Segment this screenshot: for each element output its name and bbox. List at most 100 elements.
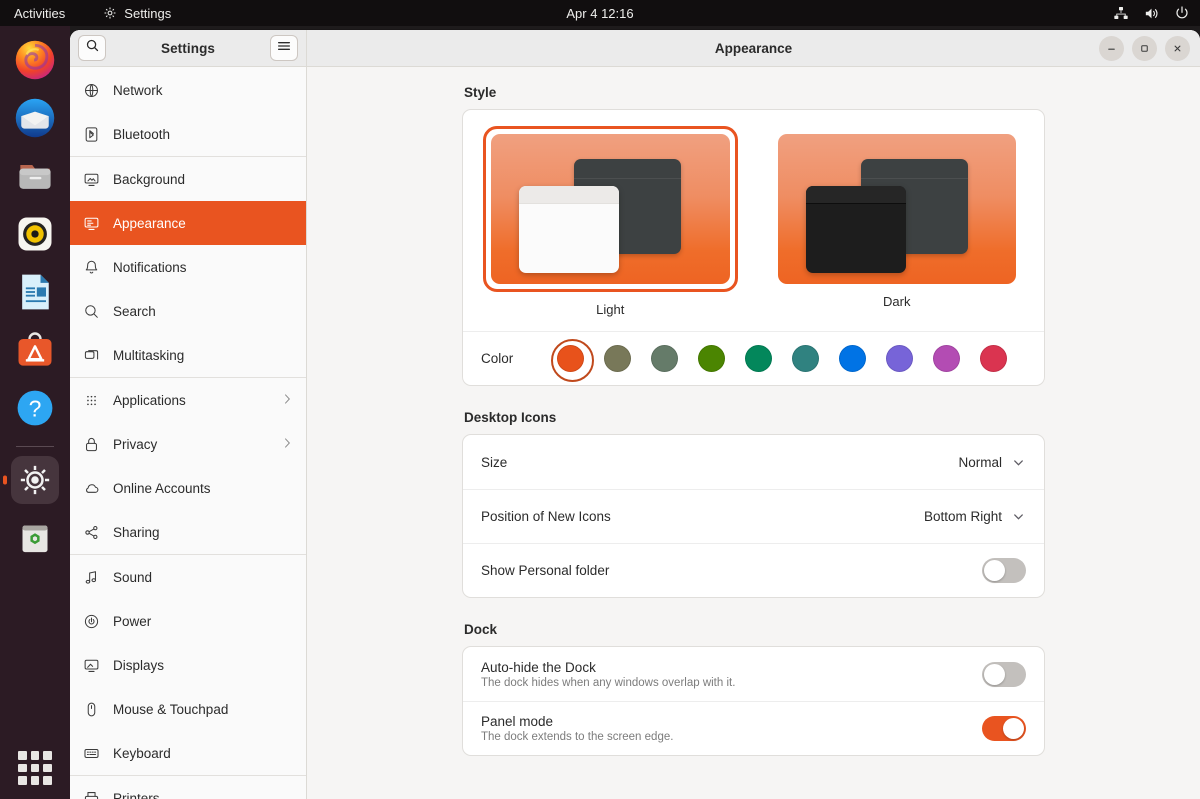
sidebar-item-sharing[interactable]: Sharing — [70, 510, 306, 554]
desktop-icons-heading: Desktop Icons — [464, 410, 557, 425]
color-swatch-red[interactable] — [980, 345, 1007, 372]
sidebar-item-privacy[interactable]: Privacy — [70, 422, 306, 466]
chevron-down-icon[interactable] — [1011, 509, 1026, 524]
row-auto-hide-the-dock[interactable]: Auto-hide the Dock The dock hides when a… — [463, 647, 1044, 701]
dock-item-help[interactable]: ? — [11, 384, 59, 432]
color-swatch-blue[interactable] — [839, 345, 866, 372]
accent-color-row: Color — [463, 331, 1044, 385]
preview-window-front — [519, 186, 619, 273]
sidebar-item-mouse-touchpad[interactable]: Mouse & Touchpad — [70, 687, 306, 731]
chevron-down-icon[interactable] — [1011, 455, 1026, 470]
dock-item-libreoffice-writer[interactable] — [11, 268, 59, 316]
volume-icon[interactable] — [1143, 5, 1160, 22]
sidebar-item-label: Power — [113, 613, 152, 629]
minimize-button[interactable] — [1099, 35, 1124, 61]
color-swatch-bark[interactable] — [604, 345, 631, 372]
style-option-dark-selection-ring — [770, 134, 1025, 284]
sidebar-item-bluetooth[interactable]: Bluetooth — [70, 112, 306, 156]
desktop-icons-section: Desktop Icons Size Normal Position of Ne… — [462, 410, 1045, 598]
light-theme-preview — [491, 134, 730, 284]
sidebar-item-label: Privacy — [113, 436, 158, 452]
color-swatch-orange[interactable] — [551, 339, 594, 382]
sidebar-item-search[interactable]: Search — [70, 289, 306, 333]
auto-hide-dock-toggle[interactable] — [982, 661, 1026, 687]
style-option-light[interactable]: Light — [483, 126, 738, 331]
main-menu-button[interactable] — [270, 35, 298, 61]
clock[interactable]: Apr 4 12:16 — [0, 6, 1200, 21]
dock-heading: Dock — [464, 622, 498, 637]
toggle-knob — [1003, 718, 1024, 739]
power-icon — [82, 612, 101, 631]
row-position-of-new-icons[interactable]: Position of New Icons Bottom Right — [463, 489, 1044, 543]
sidebar-item-applications[interactable]: Applications — [70, 378, 306, 422]
color-swatch-purple[interactable] — [886, 345, 913, 372]
style-option-dark[interactable]: Dark — [770, 126, 1025, 331]
toggle-knob — [984, 560, 1005, 581]
share-icon — [82, 523, 101, 542]
close-button[interactable] — [1165, 35, 1190, 61]
search-icon — [82, 302, 101, 321]
dock-item-files[interactable] — [11, 152, 59, 200]
preview-window-titlebar — [519, 186, 619, 203]
apps-grid-dot — [30, 751, 40, 760]
sidebar-item-label: Online Accounts — [113, 480, 211, 496]
bluetooth-icon — [82, 125, 101, 144]
accent-color-swatches — [551, 339, 1007, 382]
window-titlebar: Appearance — [307, 30, 1200, 67]
color-swatch-sage[interactable] — [651, 345, 678, 372]
active-app-menu[interactable]: Settings — [103, 6, 171, 21]
sidebar-item-keyboard[interactable]: Keyboard — [70, 731, 306, 775]
chevron-right-icon — [280, 392, 294, 409]
sidebar-item-online-accounts[interactable]: Online Accounts — [70, 466, 306, 510]
position-dropdown-value: Bottom Right — [923, 509, 1002, 524]
row-show-personal-folder[interactable]: Show Personal folder — [463, 543, 1044, 597]
show-applications-button[interactable] — [18, 751, 52, 785]
apps-grid-dot — [30, 763, 40, 773]
sidebar-item-multitasking[interactable]: Multitasking — [70, 333, 306, 377]
sidebar-item-label: Keyboard — [113, 745, 171, 761]
settings-scroll-area[interactable]: Style Light Dark Color Desktop Icons Siz… — [307, 67, 1200, 799]
color-swatch-prussian-green[interactable] — [792, 345, 819, 372]
style-section: Style Light Dark Color — [462, 85, 1045, 386]
sidebar-item-label: Bluetooth — [113, 126, 171, 142]
row-desktop-icon-size[interactable]: Size Normal — [463, 435, 1044, 489]
color-swatch-olive[interactable] — [698, 345, 725, 372]
sidebar-item-sound[interactable]: Sound — [70, 555, 306, 599]
sidebar-item-label: Sound — [113, 569, 153, 585]
sidebar-item-displays[interactable]: Displays — [70, 643, 306, 687]
row-label: Size — [481, 454, 508, 470]
sidebar-item-background[interactable]: Background — [70, 157, 306, 201]
power-icon[interactable] — [1174, 5, 1190, 21]
apps-grid-dot — [18, 751, 27, 760]
system-indicators[interactable] — [1113, 5, 1190, 22]
sidebar-item-label: Printers — [113, 790, 160, 799]
show-personal-folder-toggle[interactable] — [982, 558, 1026, 583]
keyboard-icon — [82, 744, 101, 763]
firefox-icon — [15, 40, 55, 80]
dock-item-trash[interactable] — [11, 514, 59, 562]
dock-item-settings[interactable] — [11, 456, 59, 504]
dock-item-thunderbird[interactable] — [11, 94, 59, 142]
style-option-light-selection-ring — [483, 126, 738, 292]
dark-theme-preview — [777, 134, 1016, 284]
search-button[interactable] — [78, 35, 106, 61]
color-swatch-viridian[interactable] — [745, 345, 772, 372]
sidebar-item-notifications[interactable]: Notifications — [70, 245, 306, 289]
row-panel-mode[interactable]: Panel mode The dock extends to the scree… — [463, 701, 1044, 755]
rhythmbox-icon — [18, 217, 52, 251]
dock-item-rhythmbox[interactable] — [11, 210, 59, 258]
dock-item-ubuntu-software[interactable] — [11, 326, 59, 374]
color-swatch-magenta[interactable] — [933, 345, 960, 372]
sidebar-item-power[interactable]: Power — [70, 599, 306, 643]
sidebar-item-appearance[interactable]: Appearance — [70, 201, 306, 245]
sidebar-item-printers[interactable]: Printers — [70, 776, 306, 799]
panel-mode-toggle[interactable] — [982, 716, 1026, 741]
dock-item-firefox[interactable] — [11, 36, 59, 84]
network-wired-icon[interactable] — [1113, 5, 1129, 21]
libreoffice-writer-icon — [22, 274, 49, 310]
maximize-button[interactable] — [1132, 35, 1157, 61]
activities-button[interactable]: Activities — [14, 6, 65, 21]
settings-window: Settings Network Bluetooth Background Appea… — [70, 30, 1200, 799]
sidebar-item-network[interactable]: Network — [70, 68, 306, 112]
